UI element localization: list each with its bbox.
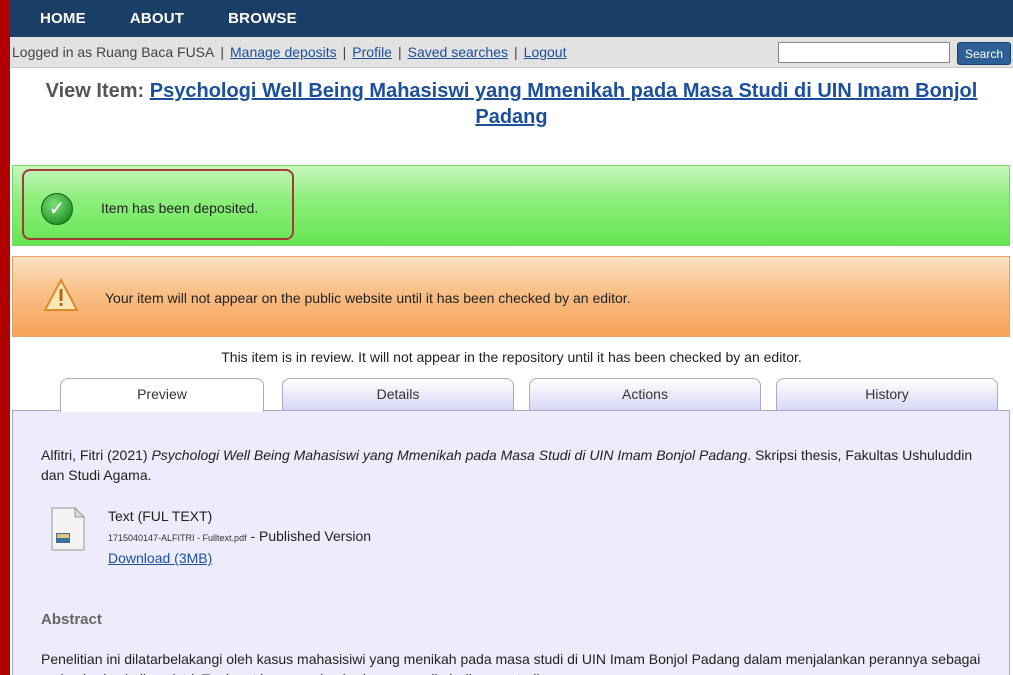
user-bar: Logged in as Ruang Baca FUSA | Manage de… [10,37,1013,68]
warning-message-text: Your item will not appear on the public … [105,290,631,306]
separator: | [220,44,224,60]
search-input[interactable] [778,42,950,63]
item-title-link[interactable]: Psychologi Well Being Mahasiswi yang Mme… [150,80,978,128]
item-tabs: Preview Details Actions History [10,378,1013,412]
nav-browse[interactable]: BROWSE [228,10,297,27]
preview-panel: Alfitri, Fitri (2021) Psychologi Well Be… [12,410,1010,675]
tab-actions[interactable]: Actions [529,378,761,410]
citation-authors: Alfitri, Fitri (2021) [41,447,148,463]
document-icon [51,507,85,551]
warning-message: Your item will not appear on the public … [12,256,1010,337]
browser-page: HOME ABOUT BROWSE Logged in as Ruang Bac… [10,0,1013,675]
logged-in-text: Logged in as Ruang Baca FUSA [12,44,215,60]
document-filename: 1715040147-ALFITRI - Fulltext.pdf [108,533,247,543]
warning-icon [43,278,79,311]
profile-link[interactable]: Profile [352,44,392,60]
separator: | [514,44,518,60]
abstract-text: Penelitian ini dilatarbelakangi oleh kas… [41,651,981,675]
nav-about[interactable]: ABOUT [130,10,184,27]
tab-details[interactable]: Details [282,378,514,410]
citation-title: Psychologi Well Being Mahasiswi yang Mme… [151,447,748,463]
download-link[interactable]: Download (3MB) [108,550,212,566]
document-info: Text (FUL TEXT) 1715040147-ALFITRI - Ful… [108,506,371,568]
success-message: ✓ Item has been deposited. [12,165,1010,246]
page-title: View Item: Psychologi Well Being Mahasis… [10,78,1013,130]
separator: | [342,44,347,60]
tab-preview[interactable]: Preview [60,378,264,412]
search-button[interactable]: Search [957,42,1011,65]
manage-deposits-link[interactable]: Manage deposits [230,44,337,60]
top-navigation: HOME ABOUT BROWSE [10,0,1013,37]
document-file-line: 1715040147-ALFITRI - Fulltext.pdf - Publ… [108,526,371,548]
abstract-heading: Abstract [41,611,102,628]
logout-link[interactable]: Logout [524,44,567,60]
saved-searches-link[interactable]: Saved searches [408,44,508,60]
document-version: - Published Version [246,528,372,544]
page-title-prefix: View Item: [45,80,145,102]
nav-home[interactable]: HOME [40,10,86,27]
review-note: This item is in review. It will not appe… [221,349,802,365]
tab-history[interactable]: History [776,378,998,410]
highlight-annotation [22,169,294,240]
document-type: Text (FUL TEXT) [108,508,213,524]
separator: | [397,44,402,60]
citation: Alfitri, Fitri (2021) Psychologi Well Be… [41,445,981,485]
